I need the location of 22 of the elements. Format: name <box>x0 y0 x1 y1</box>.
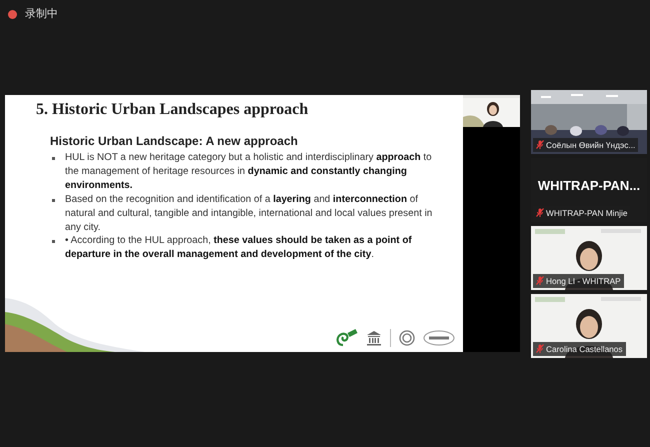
participant-tile[interactable]: Carolina Castellanos <box>531 294 647 358</box>
bullet-text: • According to the HUL approach, these values should be taken as a point of departure in the overall management and development of the city. <box>65 234 413 262</box>
oval-logo-icon <box>423 330 455 346</box>
bullet-icon <box>52 157 55 160</box>
participant-name: Соёлын Өвийн Үндэс... <box>546 138 636 151</box>
slide-subtitle: Historic Urban Landscape: A new approach <box>50 133 299 150</box>
logo-divider <box>390 329 391 347</box>
emblem-icon <box>399 330 415 346</box>
temple-logo-icon <box>366 330 382 346</box>
recording-label: 录制中 <box>25 6 58 22</box>
participant-display-name: WHITRAP-PAN... <box>538 177 640 196</box>
swirl-logo-icon <box>334 329 358 347</box>
bullet-text: HUL is NOT a new heritage category but a holistic and interdisciplinary approach to the management of heritage resources in dynamic and constantly changing environments. <box>65 151 433 193</box>
bullet-icon <box>52 240 55 244</box>
participant-tile[interactable]: Соёлын Өвийн Үндэс... <box>531 90 647 154</box>
bullet-text: Based on the recognition and identification of a layering and interconnection of natural and cultural, tangible and intangible, international and local values present in any city. <box>65 192 434 234</box>
participant-name: WHITRAP-PAN Minjie <box>546 206 628 219</box>
participant-tile[interactable]: Hong LI - WHITRAP <box>531 226 647 290</box>
participant-name: Hong LI - WHITRAP <box>546 274 621 287</box>
bullet-icon <box>52 198 55 202</box>
slide-title: 5. Historic Urban Landscapes approach <box>36 100 310 120</box>
participant-name: Carolina Castellanos <box>546 342 623 355</box>
